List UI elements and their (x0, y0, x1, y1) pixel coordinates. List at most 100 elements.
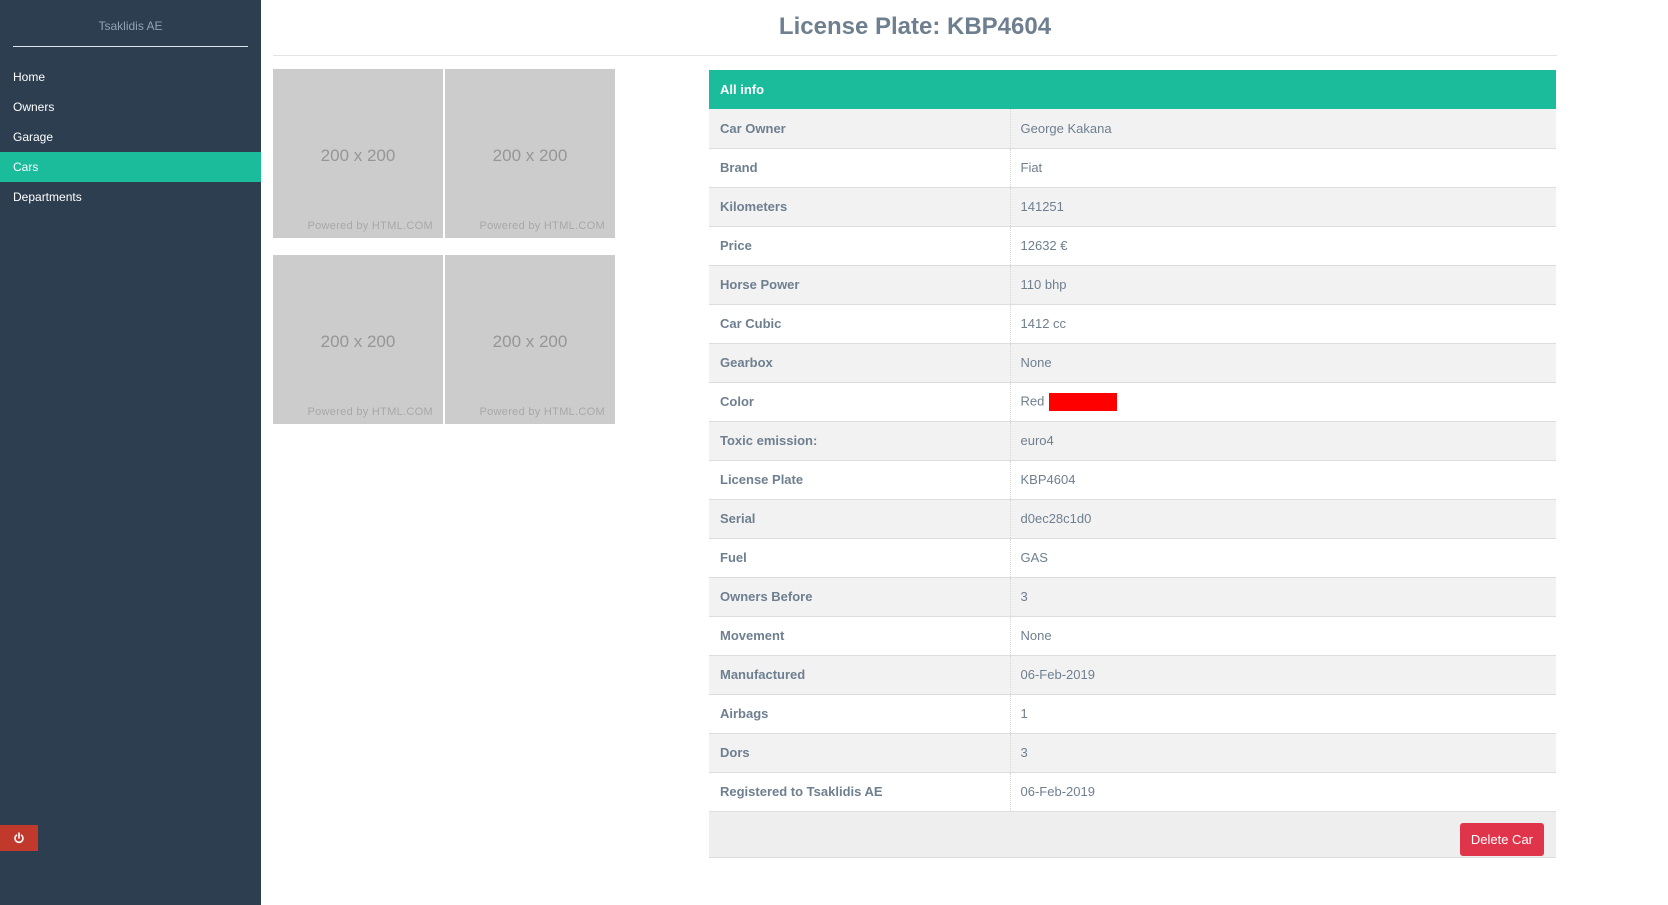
image-credit: Powered by HTML.COM (479, 220, 605, 232)
info-value: 3 (1010, 733, 1556, 773)
table-row: Airbags 1 (709, 694, 1556, 734)
info-value: d0ec28c1d0 (1010, 499, 1556, 539)
info-value: None (1010, 343, 1556, 383)
table-row: Price 12632 € (709, 226, 1556, 266)
info-value-text: 1412 cc (1020, 316, 1067, 331)
info-value-text: 3 (1020, 589, 1028, 604)
sidebar-item-home[interactable]: Home (0, 62, 261, 92)
power-icon (14, 832, 24, 844)
table-row: Fuel GAS (709, 538, 1556, 578)
info-label: Serial (709, 499, 1011, 539)
info-value: 141251 (1010, 187, 1556, 227)
table-row: Brand Fiat (709, 148, 1556, 188)
table-row: Owners Before 3 (709, 577, 1556, 617)
info-value-text: George Kakana (1020, 120, 1112, 136)
color-swatch (1049, 392, 1118, 411)
sidebar: Tsaklidis AE Home Owners Garage Cars Dep… (0, 0, 261, 905)
info-value: 110 bhp (1010, 265, 1556, 305)
table-row: Manufactured 06-Feb-2019 (709, 655, 1556, 695)
info-value: Fiat (1010, 148, 1556, 188)
info-value-text: 12632 € (1020, 238, 1068, 253)
info-label: Owners Before (709, 577, 1011, 617)
info-label: Car Owner (709, 109, 1011, 149)
main-content: License Plate: KBP4604 200 x 200 Powered… (261, 0, 1668, 905)
info-value: 12632 € (1010, 226, 1556, 266)
table-row: Movement None (709, 616, 1556, 656)
delete-car-button[interactable]: Delete Car (1459, 822, 1544, 856)
table-row: Gearbox None (709, 343, 1556, 383)
info-value-text: 141251 (1020, 199, 1064, 214)
info-label: Dors (709, 733, 1011, 773)
info-value-text: 1 (1020, 706, 1028, 721)
info-value-text: Red (1020, 392, 1045, 408)
table-row: Serial d0ec28c1d0 (709, 499, 1556, 539)
car-image-1[interactable]: 200 x 200 Powered by HTML.COM (273, 69, 443, 238)
info-label: Manufactured (709, 655, 1011, 695)
info-label: Kilometers (709, 187, 1011, 227)
page-title: License Plate: KBP4604 (273, 0, 1557, 56)
car-info-panel: All info Car Owner George Kakana Brand Fiat… (709, 70, 1556, 858)
table-row: License Plate KBP4604 (709, 460, 1556, 500)
sidebar-nav: Home Owners Garage Cars Departments (0, 62, 261, 212)
info-label: Toxic emission: (709, 421, 1011, 461)
sidebar-item-cars[interactable]: Cars (0, 152, 261, 182)
table-row: Color Red (709, 382, 1556, 422)
table-row: Toxic emission: euro4 (709, 421, 1556, 461)
car-image-4[interactable]: 200 x 200 Powered by HTML.COM (445, 255, 615, 424)
info-panel-footer: Delete Car (709, 811, 1556, 858)
table-row: Car Cubic 1412 cc (709, 304, 1556, 344)
table-row: Dors 3 (709, 733, 1556, 773)
table-row: Registered to Tsaklidis AE 06-Feb-2019 (709, 772, 1556, 812)
info-label: Movement (709, 616, 1011, 656)
info-panel-header: All info (709, 70, 1556, 109)
info-label: License Plate (709, 460, 1011, 500)
info-value-text: KBP4604 (1020, 472, 1076, 487)
info-table: Car Owner George Kakana Brand Fiat Kilometer… (709, 109, 1556, 812)
info-label: Car Cubic (709, 304, 1011, 344)
sidebar-item-owners[interactable]: Owners (0, 92, 261, 122)
info-value-text: None (1020, 628, 1052, 643)
info-value: George Kakana (1010, 109, 1556, 149)
car-image-2[interactable]: 200 x 200 Powered by HTML.COM (445, 69, 615, 238)
info-label: Brand (709, 148, 1011, 188)
info-value: 06-Feb-2019 (1010, 655, 1556, 695)
info-label: Registered to Tsaklidis AE (709, 772, 1011, 812)
sidebar-item-departments[interactable]: Departments (0, 182, 261, 212)
image-dimensions: 200 x 200 (492, 332, 568, 351)
power-button[interactable] (0, 825, 38, 851)
sidebar-item-garage[interactable]: Garage (0, 122, 261, 152)
info-value: None (1010, 616, 1556, 656)
info-value: 3 (1010, 577, 1556, 617)
info-value-text: Fiat (1020, 160, 1043, 175)
image-dimensions: 200 x 200 (492, 146, 568, 165)
info-value-text: 06-Feb-2019 (1020, 784, 1095, 799)
info-label: Fuel (709, 538, 1011, 578)
info-value-text: d0ec28c1d0 (1020, 511, 1092, 526)
car-image-3[interactable]: 200 x 200 Powered by HTML.COM (273, 255, 443, 424)
sidebar-brand: Tsaklidis AE (13, 0, 248, 47)
info-label: Airbags (709, 694, 1011, 734)
table-row: Car Owner George Kakana (709, 109, 1556, 149)
info-value-text: 06-Feb-2019 (1020, 667, 1095, 682)
info-value-text: 3 (1020, 745, 1028, 760)
info-value-text: GAS (1020, 550, 1048, 565)
image-credit: Powered by HTML.COM (307, 220, 433, 232)
info-value: GAS (1010, 538, 1556, 578)
info-value-text: euro4 (1020, 433, 1054, 448)
info-value: 06-Feb-2019 (1010, 772, 1556, 812)
info-label: Price (709, 226, 1011, 266)
image-credit: Powered by HTML.COM (307, 406, 433, 418)
info-label: Horse Power (709, 265, 1011, 305)
info-value: KBP4604 (1010, 460, 1556, 500)
info-value: Red (1010, 382, 1556, 422)
info-value-text: 110 bhp (1020, 277, 1067, 292)
image-dimensions: 200 x 200 (320, 146, 396, 165)
table-row: Kilometers 141251 (709, 187, 1556, 227)
info-value: 1412 cc (1010, 304, 1556, 344)
info-value: euro4 (1010, 421, 1556, 461)
info-value: 1 (1010, 694, 1556, 734)
image-credit: Powered by HTML.COM (479, 406, 605, 418)
info-label: Color (709, 382, 1011, 422)
info-label: Gearbox (709, 343, 1011, 383)
image-dimensions: 200 x 200 (320, 332, 396, 351)
